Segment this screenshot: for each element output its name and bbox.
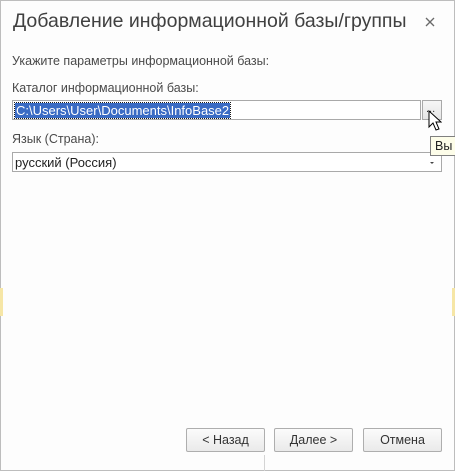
- back-button[interactable]: < Назад: [186, 428, 265, 452]
- form-heading: Укажите параметры информационной базы:: [12, 54, 270, 68]
- background-divider: [264, 455, 265, 471]
- tooltip-text: Вы: [435, 139, 453, 153]
- mouse-pointer-icon: [428, 110, 442, 131]
- language-value: русский (Россия): [15, 155, 117, 170]
- language-select[interactable]: русский (Россия): [12, 152, 442, 172]
- catalog-label: Каталог информационной базы:: [12, 81, 199, 95]
- close-button[interactable]: [419, 11, 441, 33]
- browse-tooltip: Вы: [430, 136, 455, 156]
- cancel-button[interactable]: Отмена: [363, 428, 442, 452]
- dialog-title: Добавление информационной базы/группы: [13, 10, 407, 32]
- title-bar: Добавление информационной базы/группы: [1, 1, 454, 41]
- background-highlight-left: [0, 288, 3, 316]
- add-infobase-dialog: Добавление информационной базы/группы Ук…: [0, 0, 455, 471]
- catalog-value: C:\Users\User\Documents\InfoBase2: [13, 102, 232, 119]
- close-icon: [425, 17, 435, 27]
- language-label: Язык (Страна):: [12, 132, 99, 146]
- catalog-input[interactable]: C:\Users\User\Documents\InfoBase2: [12, 100, 421, 120]
- next-button[interactable]: Далее >: [274, 428, 353, 452]
